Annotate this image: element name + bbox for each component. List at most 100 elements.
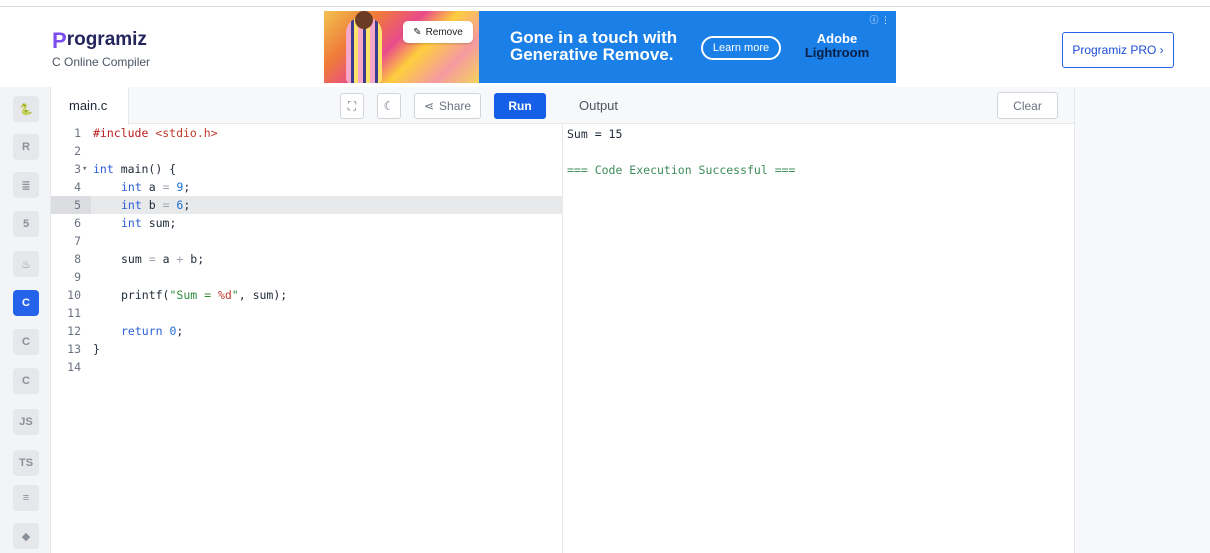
- logo-initial: P: [52, 28, 67, 53]
- line-number: 6: [74, 216, 81, 230]
- fold-arrow-icon[interactable]: ▾: [82, 160, 87, 178]
- code-token: "Sum =: [169, 288, 218, 302]
- code-token: b: [141, 198, 163, 212]
- header: Programiz C Online Compiler ✎ Remove Gon…: [0, 7, 1210, 87]
- r-icon[interactable]: R: [13, 134, 39, 160]
- code-token: =: [162, 180, 170, 194]
- ad-brand: Adobe Lightroom: [804, 32, 870, 60]
- line-number: 11: [67, 306, 81, 320]
- editor-toolbar: main.c ⛶ ☾ ⋖ Share Run: [51, 87, 563, 125]
- code-line: 3 ▾ int main() {: [51, 160, 563, 178]
- code-token: 6: [169, 198, 184, 212]
- line-number: 12: [67, 324, 81, 338]
- line-number: 9: [74, 270, 81, 284]
- code-token: ;: [176, 324, 184, 338]
- run-button[interactable]: Run: [494, 93, 546, 119]
- csharp-icon[interactable]: C: [13, 368, 39, 394]
- ad-remove-chip: ✎ Remove: [403, 21, 473, 43]
- logo-text: rogramiz: [66, 29, 147, 50]
- swift-icon[interactable]: ◆: [13, 523, 39, 549]
- code-token: ;: [183, 198, 191, 212]
- html-icon[interactable]: 5: [13, 211, 39, 237]
- code-line: 9: [51, 268, 563, 286]
- advertisement-banner[interactable]: ✎ Remove Gone in a touch with Generative…: [324, 11, 896, 83]
- c-language-icon[interactable]: C: [13, 290, 39, 316]
- eraser-icon: ✎: [413, 26, 422, 38]
- output-line: Sum = 15: [567, 127, 623, 141]
- line-number: 1: [74, 126, 81, 140]
- share-label: Share: [439, 99, 472, 113]
- code-token: main() {: [113, 162, 177, 176]
- ad-model-head: [355, 11, 373, 29]
- code-line: 2: [51, 142, 563, 160]
- code-token: }: [93, 342, 100, 356]
- code-line: 10 printf("Sum = %d", sum);: [51, 286, 563, 304]
- java-icon[interactable]: ♨: [13, 251, 39, 277]
- code-line: 7: [51, 232, 563, 250]
- code-line: 11: [51, 304, 563, 322]
- line-number: 5: [74, 198, 81, 212]
- right-blank-area: [1075, 87, 1210, 553]
- code-token: 9: [169, 180, 184, 194]
- code-token: printf(: [121, 288, 170, 302]
- code-token: a: [155, 252, 177, 266]
- code-line: 4 int a = 9;: [51, 178, 563, 196]
- code-line: 8 sum = a + b;: [51, 250, 563, 268]
- sql-icon[interactable]: ≣: [13, 172, 39, 198]
- output-title: Output: [579, 98, 619, 113]
- code-token: a: [141, 180, 163, 194]
- file-tab-main-c[interactable]: main.c: [51, 87, 129, 125]
- code-token: sum;: [141, 216, 177, 230]
- ad-learn-more-button[interactable]: Learn more: [701, 36, 781, 60]
- code-token: <stdio.h>: [155, 126, 218, 140]
- line-number: 10: [67, 288, 81, 302]
- output-console: Sum = 15 === Code Execution Successful =…: [567, 125, 795, 179]
- go-icon[interactable]: ≡: [13, 485, 39, 511]
- typescript-icon[interactable]: TS: [13, 450, 39, 476]
- ad-headline: Gone in a touch with Generative Remove.: [510, 29, 690, 63]
- code-token: int: [121, 198, 142, 212]
- page-subtitle: C Online Compiler: [52, 55, 151, 69]
- line-number: 7: [74, 234, 81, 248]
- code-token: sum: [121, 252, 149, 266]
- python-icon[interactable]: 🐍: [13, 96, 39, 122]
- cpp-icon[interactable]: C: [13, 329, 39, 355]
- code-area[interactable]: 1 #include <stdio.h> 2 3 ▾ int main() { …: [51, 124, 563, 553]
- ad-info-icon[interactable]: ⓘ ⋮: [869, 13, 890, 26]
- language-sidebar: 🐍 R ≣ 5 ♨ C C C JS TS ≡ ◆: [0, 87, 51, 553]
- code-token: %d: [217, 288, 232, 302]
- code-token: , sum);: [238, 288, 288, 302]
- code-token: b;: [183, 252, 205, 266]
- line-number: 13: [67, 342, 81, 356]
- javascript-icon[interactable]: JS: [13, 409, 39, 435]
- line-number: 2: [74, 144, 81, 158]
- share-button[interactable]: ⋖ Share: [414, 93, 481, 119]
- output-success-line: === Code Execution Successful ===: [567, 163, 796, 177]
- code-line: 14: [51, 358, 563, 376]
- ad-brand-line-2: Lightroom: [804, 45, 870, 60]
- ad-brand-line-1: Adobe: [816, 31, 858, 46]
- code-token: int: [93, 162, 114, 176]
- ad-headline-line-1: Gone in a touch with: [510, 28, 678, 47]
- code-line: 13 }: [51, 340, 563, 358]
- programiz-logo[interactable]: Programiz C Online Compiler: [52, 29, 150, 69]
- code-line: 1 #include <stdio.h>: [51, 124, 563, 142]
- code-token: int: [121, 180, 142, 194]
- output-toolbar: Output Clear: [563, 87, 1074, 124]
- line-number: 3: [74, 162, 81, 176]
- line-number: 14: [67, 360, 81, 374]
- code-line: 12 return 0;: [51, 322, 563, 340]
- clear-button[interactable]: Clear: [997, 92, 1058, 119]
- fullscreen-icon[interactable]: ⛶: [340, 93, 364, 119]
- share-icon: ⋖: [423, 99, 435, 113]
- code-editor-panel: main.c ⛶ ☾ ⋖ Share Run 1 #include <stdio…: [51, 87, 563, 553]
- code-token: 0: [162, 324, 177, 338]
- output-panel: Output Clear Sum = 15 === Code Execution…: [563, 87, 1075, 553]
- code-token: return: [121, 324, 163, 338]
- dark-mode-moon-icon[interactable]: ☾: [377, 93, 401, 119]
- code-token: int: [121, 216, 142, 230]
- code-line: 6 int sum;: [51, 214, 563, 232]
- programiz-pro-button[interactable]: Programiz PRO ›: [1062, 32, 1174, 68]
- code-token: ": [231, 288, 239, 302]
